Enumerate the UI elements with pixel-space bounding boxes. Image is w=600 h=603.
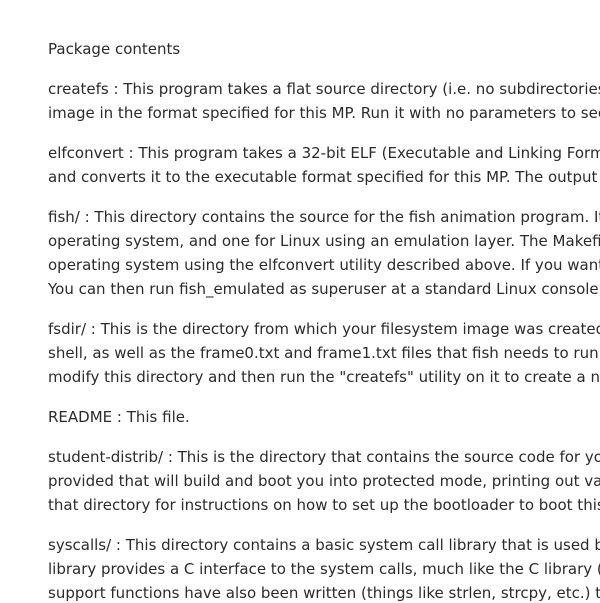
paragraph-line: You can then run fish_emulated as superu… <box>48 280 600 298</box>
paragraph-student-distrib: student-distrib/ : This is the directory… <box>48 445 600 517</box>
paragraph-line: support functions have also been written… <box>48 584 600 602</box>
paragraph-createfs: createfs : This program takes a flat sou… <box>48 77 600 125</box>
paragraph-line: and converts it to the executable format… <box>48 168 600 186</box>
paragraph-line: syscalls/ : This directory contains a ba… <box>48 536 600 554</box>
paragraph-readme: README : This file. <box>48 405 600 429</box>
paragraph-line: createfs : This program takes a flat sou… <box>48 80 600 98</box>
paragraph-line: README : This file. <box>48 408 190 426</box>
paragraph-line: elfconvert : This program takes a 32-bit… <box>48 144 600 162</box>
paragraph-elfconvert: elfconvert : This program takes a 32-bit… <box>48 141 600 189</box>
paragraph-line: operating system using the elfconvert ut… <box>48 256 600 274</box>
paragraph-line: operating system, and one for Linux usin… <box>48 232 600 250</box>
paragraph-syscalls: syscalls/ : This directory contains a ba… <box>48 533 600 603</box>
paragraph-line: provided that will build and boot you in… <box>48 472 600 490</box>
document-viewport[interactable]: Package contents createfs : This program… <box>0 0 600 603</box>
paragraph-line: modify this directory and then run the "… <box>48 368 600 386</box>
paragraph-fsdir: fsdir/ : This is the directory from whic… <box>48 317 600 389</box>
paragraph-line: fish/ : This directory contains the sour… <box>48 208 600 226</box>
paragraph-line: library provides a C interface to the sy… <box>48 560 600 578</box>
paragraph-line: fsdir/ : This is the directory from whic… <box>48 320 600 338</box>
section-heading: Package contents <box>48 40 181 58</box>
paragraph-line: shell, as well as the frame0.txt and fra… <box>48 344 600 362</box>
paragraph-line: student-distrib/ : This is the directory… <box>48 448 600 466</box>
paragraph-fish: fish/ : This directory contains the sour… <box>48 205 600 301</box>
document-body: Package contents createfs : This program… <box>48 38 600 603</box>
paragraph-line: image in the format specified for this M… <box>48 104 600 122</box>
paragraph-line: that directory for instructions on how t… <box>48 496 600 514</box>
